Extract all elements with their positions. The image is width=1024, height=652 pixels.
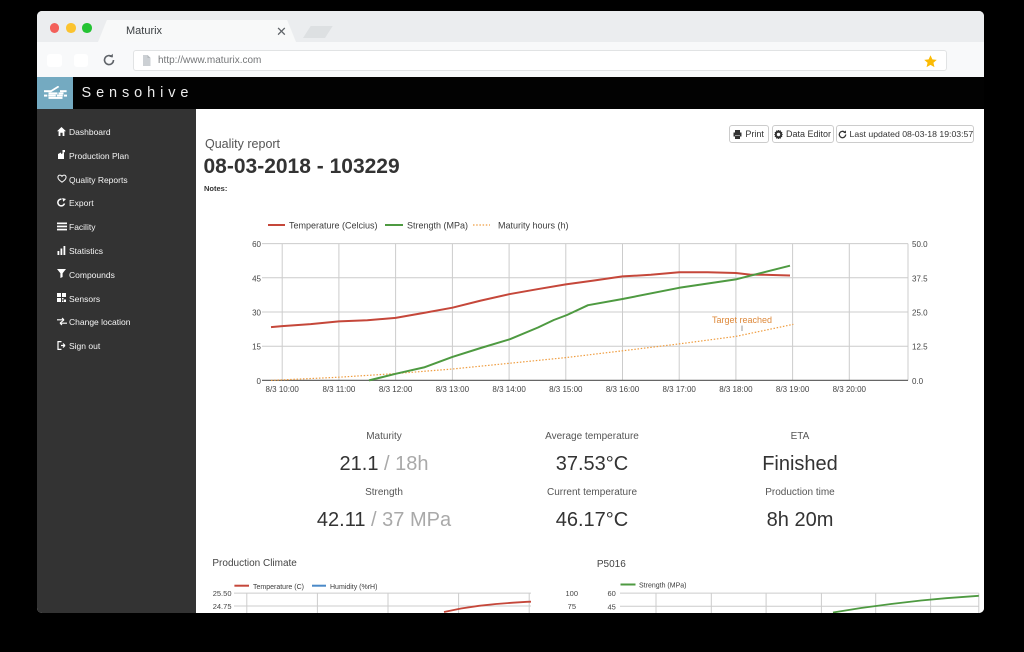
svg-text:8/3 10:00: 8/3 10:00 (266, 385, 300, 394)
svg-text:25.50: 25.50 (213, 589, 232, 598)
svg-text:8/3 16:00: 8/3 16:00 (606, 385, 640, 394)
svg-text:Temperature (Celcius): Temperature (Celcius) (289, 221, 378, 231)
svg-text:0: 0 (257, 377, 262, 386)
svg-text:60: 60 (607, 589, 615, 598)
svg-text:30: 30 (252, 309, 261, 318)
svg-text:Strength (MPa): Strength (MPa) (407, 221, 468, 231)
svg-text:12.5: 12.5 (912, 343, 928, 352)
svg-text:15: 15 (252, 343, 261, 352)
svg-text:8/3 19:00: 8/3 19:00 (776, 385, 810, 394)
svg-text:Maturity hours (h): Maturity hours (h) (498, 221, 569, 231)
svg-text:8/3 17:00: 8/3 17:00 (663, 385, 697, 394)
svg-text:8/3 20:00: 8/3 20:00 (833, 385, 867, 394)
svg-text:8/3 13:00: 8/3 13:00 (436, 385, 470, 394)
svg-text:45: 45 (252, 274, 261, 283)
svg-text:Temperature (C): Temperature (C) (253, 584, 304, 591)
svg-text:24.75: 24.75 (213, 602, 232, 611)
svg-text:75: 75 (568, 602, 576, 611)
svg-text:8/3 14:00: 8/3 14:00 (492, 385, 526, 394)
svg-text:8/3 11:00: 8/3 11:00 (323, 385, 356, 394)
svg-text:8/3 18:00: 8/3 18:00 (719, 385, 753, 394)
svg-text:Humidity (%rH): Humidity (%rH) (330, 584, 377, 591)
svg-text:60: 60 (252, 240, 261, 249)
svg-text:Target reached: Target reached (712, 315, 772, 325)
svg-text:50.0: 50.0 (912, 240, 928, 249)
svg-text:0.0: 0.0 (912, 377, 924, 386)
svg-text:100: 100 (565, 589, 578, 598)
svg-text:Strength (MPa): Strength (MPa) (639, 583, 686, 590)
svg-text:37.5: 37.5 (912, 274, 928, 283)
svg-text:25.0: 25.0 (912, 309, 928, 318)
svg-text:8/3 15:00: 8/3 15:00 (549, 385, 583, 394)
svg-text:45: 45 (607, 602, 615, 611)
svg-text:8/3 12:00: 8/3 12:00 (379, 385, 413, 394)
